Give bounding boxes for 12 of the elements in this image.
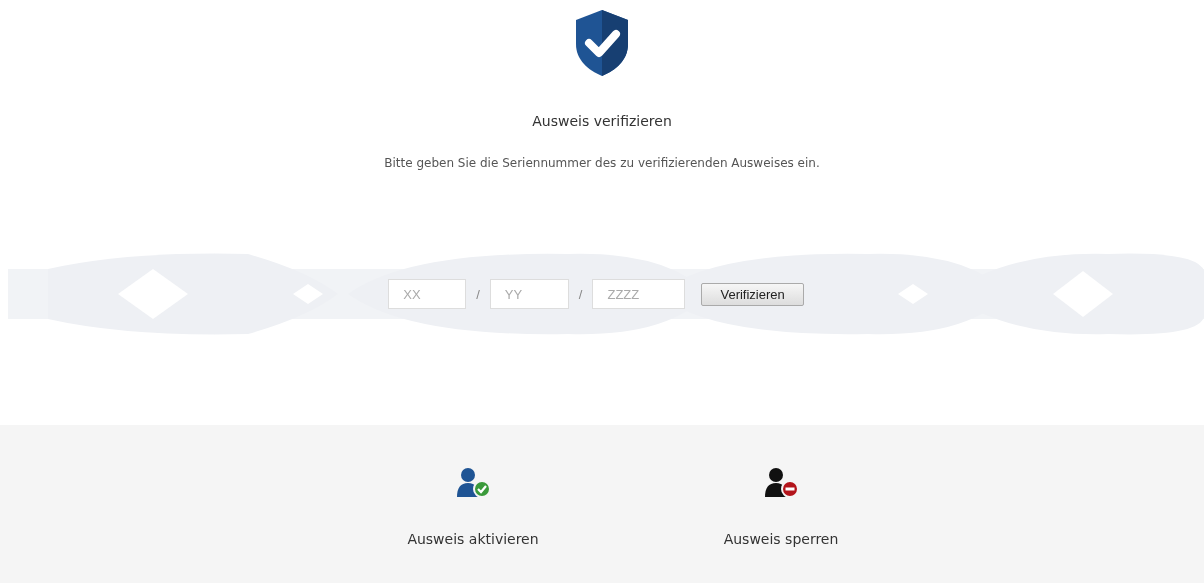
action-link[interactable]: Ausweis sperren [723,531,839,547]
instruction-text: Bitte geben Sie die Seriennummer des zu verifizierenden Ausweises ein. [384,155,820,171]
action-link[interactable]: Ausweis aktivieren [407,531,539,547]
serial-field[interactable]: YY [489,279,569,309]
verify-button[interactable]: Verifizieren [701,282,804,306]
serial-field[interactable]: XX [388,279,467,309]
page-title: Ausweis verifizieren [532,112,672,130]
serial-field[interactable]: ZZZZ [592,279,686,309]
user-check-icon [456,467,490,497]
separator-slash: / [476,286,480,302]
user-block-icon [764,467,798,497]
separator-slash: / [578,286,583,302]
